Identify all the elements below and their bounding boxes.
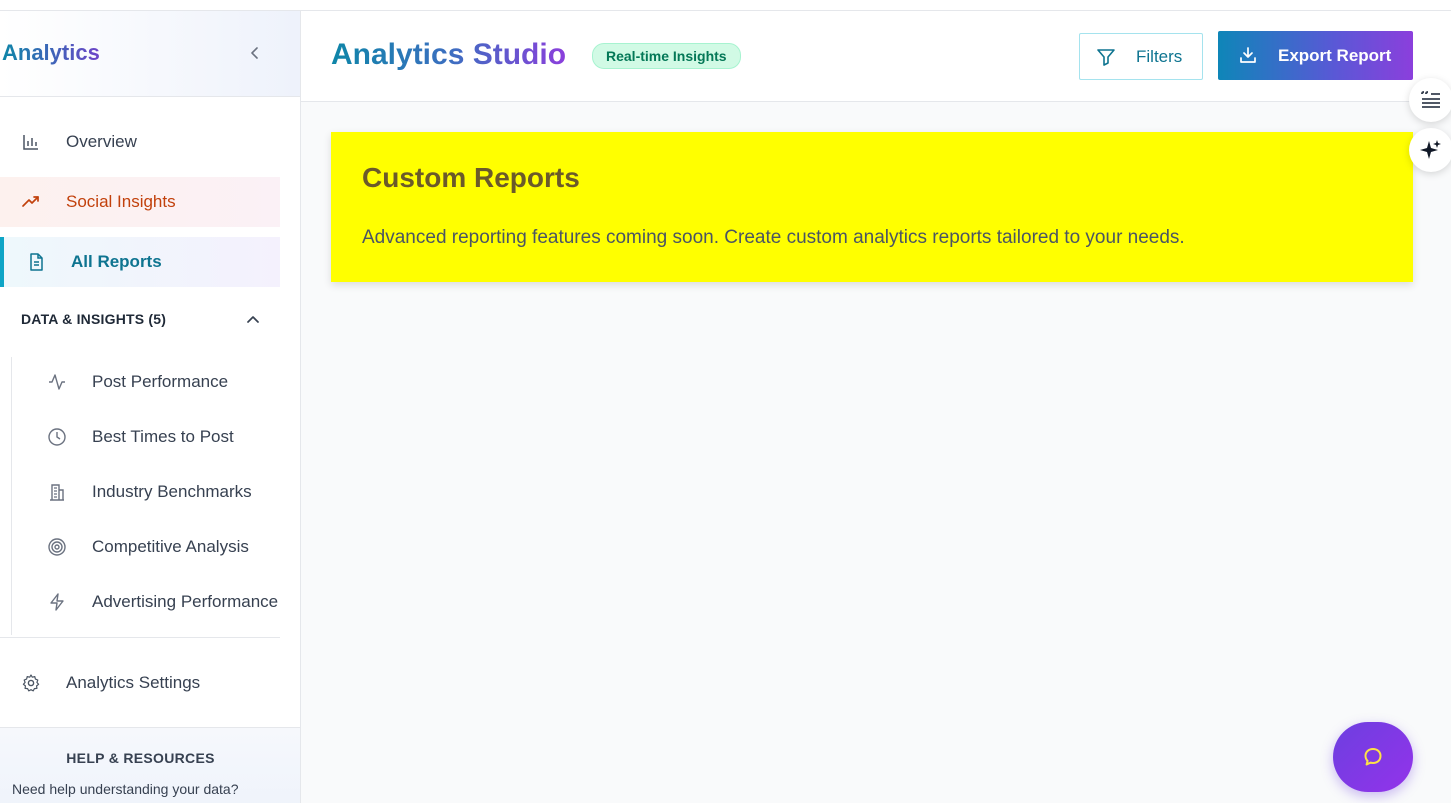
lightning-icon bbox=[50, 593, 64, 611]
quote-list-icon bbox=[1421, 91, 1440, 108]
nav-label-analytics-settings: Analytics Settings bbox=[66, 673, 201, 692]
sub-item-label: Industry Benchmarks bbox=[92, 482, 252, 501]
filters-label: Filters bbox=[1136, 47, 1183, 66]
sub-item-post-performance[interactable]: Post Performance bbox=[12, 360, 300, 404]
bar-chart-icon bbox=[23, 135, 38, 150]
status-badge: Real-time Insights bbox=[592, 43, 741, 69]
card-title: Custom Reports bbox=[362, 162, 580, 193]
chat-bubble-icon bbox=[1364, 748, 1382, 766]
sub-item-label: Post Performance bbox=[92, 372, 229, 391]
active-indicator bbox=[0, 237, 4, 287]
export-report-button[interactable]: Export Report bbox=[1218, 31, 1413, 80]
sub-item-best-times[interactable]: Best Times to Post bbox=[12, 415, 300, 459]
nav-label-social-insights: Social Insights bbox=[66, 192, 176, 211]
chevron-up-icon bbox=[247, 316, 259, 323]
building-icon bbox=[50, 484, 64, 501]
filters-button[interactable]: Filters bbox=[1079, 33, 1203, 80]
activity-icon bbox=[49, 374, 65, 390]
top-border bbox=[0, 0, 1451, 11]
nav-item-analytics-settings[interactable]: Analytics Settings bbox=[0, 658, 280, 708]
sub-item-label: Advertising Performance bbox=[92, 592, 279, 611]
nav-item-all-reports[interactable]: All Reports bbox=[0, 237, 280, 287]
page-header: Analytics Studio Real-time Insights Filt… bbox=[301, 11, 1451, 102]
page-title: Analytics Studio bbox=[331, 38, 567, 71]
chat-button[interactable] bbox=[1333, 722, 1413, 792]
filter-icon bbox=[1097, 49, 1115, 66]
sub-item-competitive-analysis[interactable]: Competitive Analysis bbox=[12, 525, 300, 569]
sub-item-label: Best Times to Post bbox=[92, 427, 234, 446]
sidebar-title: Analytics bbox=[2, 40, 100, 65]
clock-icon bbox=[48, 428, 66, 446]
card-text: Advanced reporting features coming soon.… bbox=[362, 227, 1185, 248]
sub-item-label: Competitive Analysis bbox=[92, 537, 249, 556]
nav-item-social-insights[interactable]: Social Insights bbox=[0, 177, 280, 227]
help-resources-panel: HELP & RESOURCES Need help understanding… bbox=[0, 727, 300, 803]
sparkles-icon bbox=[1420, 140, 1441, 159]
collapse-sidebar-button[interactable] bbox=[246, 43, 264, 63]
download-icon bbox=[1240, 47, 1256, 63]
help-title: HELP & RESOURCES bbox=[66, 750, 215, 766]
sub-item-industry-benchmarks[interactable]: Industry Benchmarks bbox=[12, 470, 300, 514]
section-title: DATA & INSIGHTS (5) bbox=[21, 311, 167, 327]
help-text: Need help understanding your data? bbox=[12, 781, 239, 797]
ai-assist-floating-button[interactable] bbox=[1409, 128, 1451, 172]
gear-icon bbox=[22, 674, 40, 692]
quote-list-floating-button[interactable] bbox=[1409, 78, 1451, 122]
main-content: Analytics Studio Real-time Insights Filt… bbox=[301, 11, 1451, 803]
nav-label-overview: Overview bbox=[66, 132, 137, 151]
chevron-left-icon bbox=[251, 47, 258, 59]
sidebar-divider bbox=[0, 637, 280, 638]
sidebar: Analytics Overview Social Insights All R… bbox=[0, 11, 301, 803]
custom-reports-card: Custom Reports Advanced reporting featur… bbox=[331, 132, 1413, 282]
export-label: Export Report bbox=[1278, 46, 1392, 65]
target-icon bbox=[48, 538, 66, 556]
trending-up-icon bbox=[22, 196, 39, 207]
sub-item-advertising-performance[interactable]: Advertising Performance bbox=[12, 580, 300, 624]
nav-item-overview[interactable]: Overview bbox=[0, 117, 280, 167]
nav-label-all-reports: All Reports bbox=[71, 252, 162, 271]
section-data-insights-toggle[interactable]: DATA & INSIGHTS (5) bbox=[21, 311, 266, 333]
file-text-icon bbox=[30, 253, 43, 271]
sidebar-header: Analytics bbox=[0, 11, 300, 97]
